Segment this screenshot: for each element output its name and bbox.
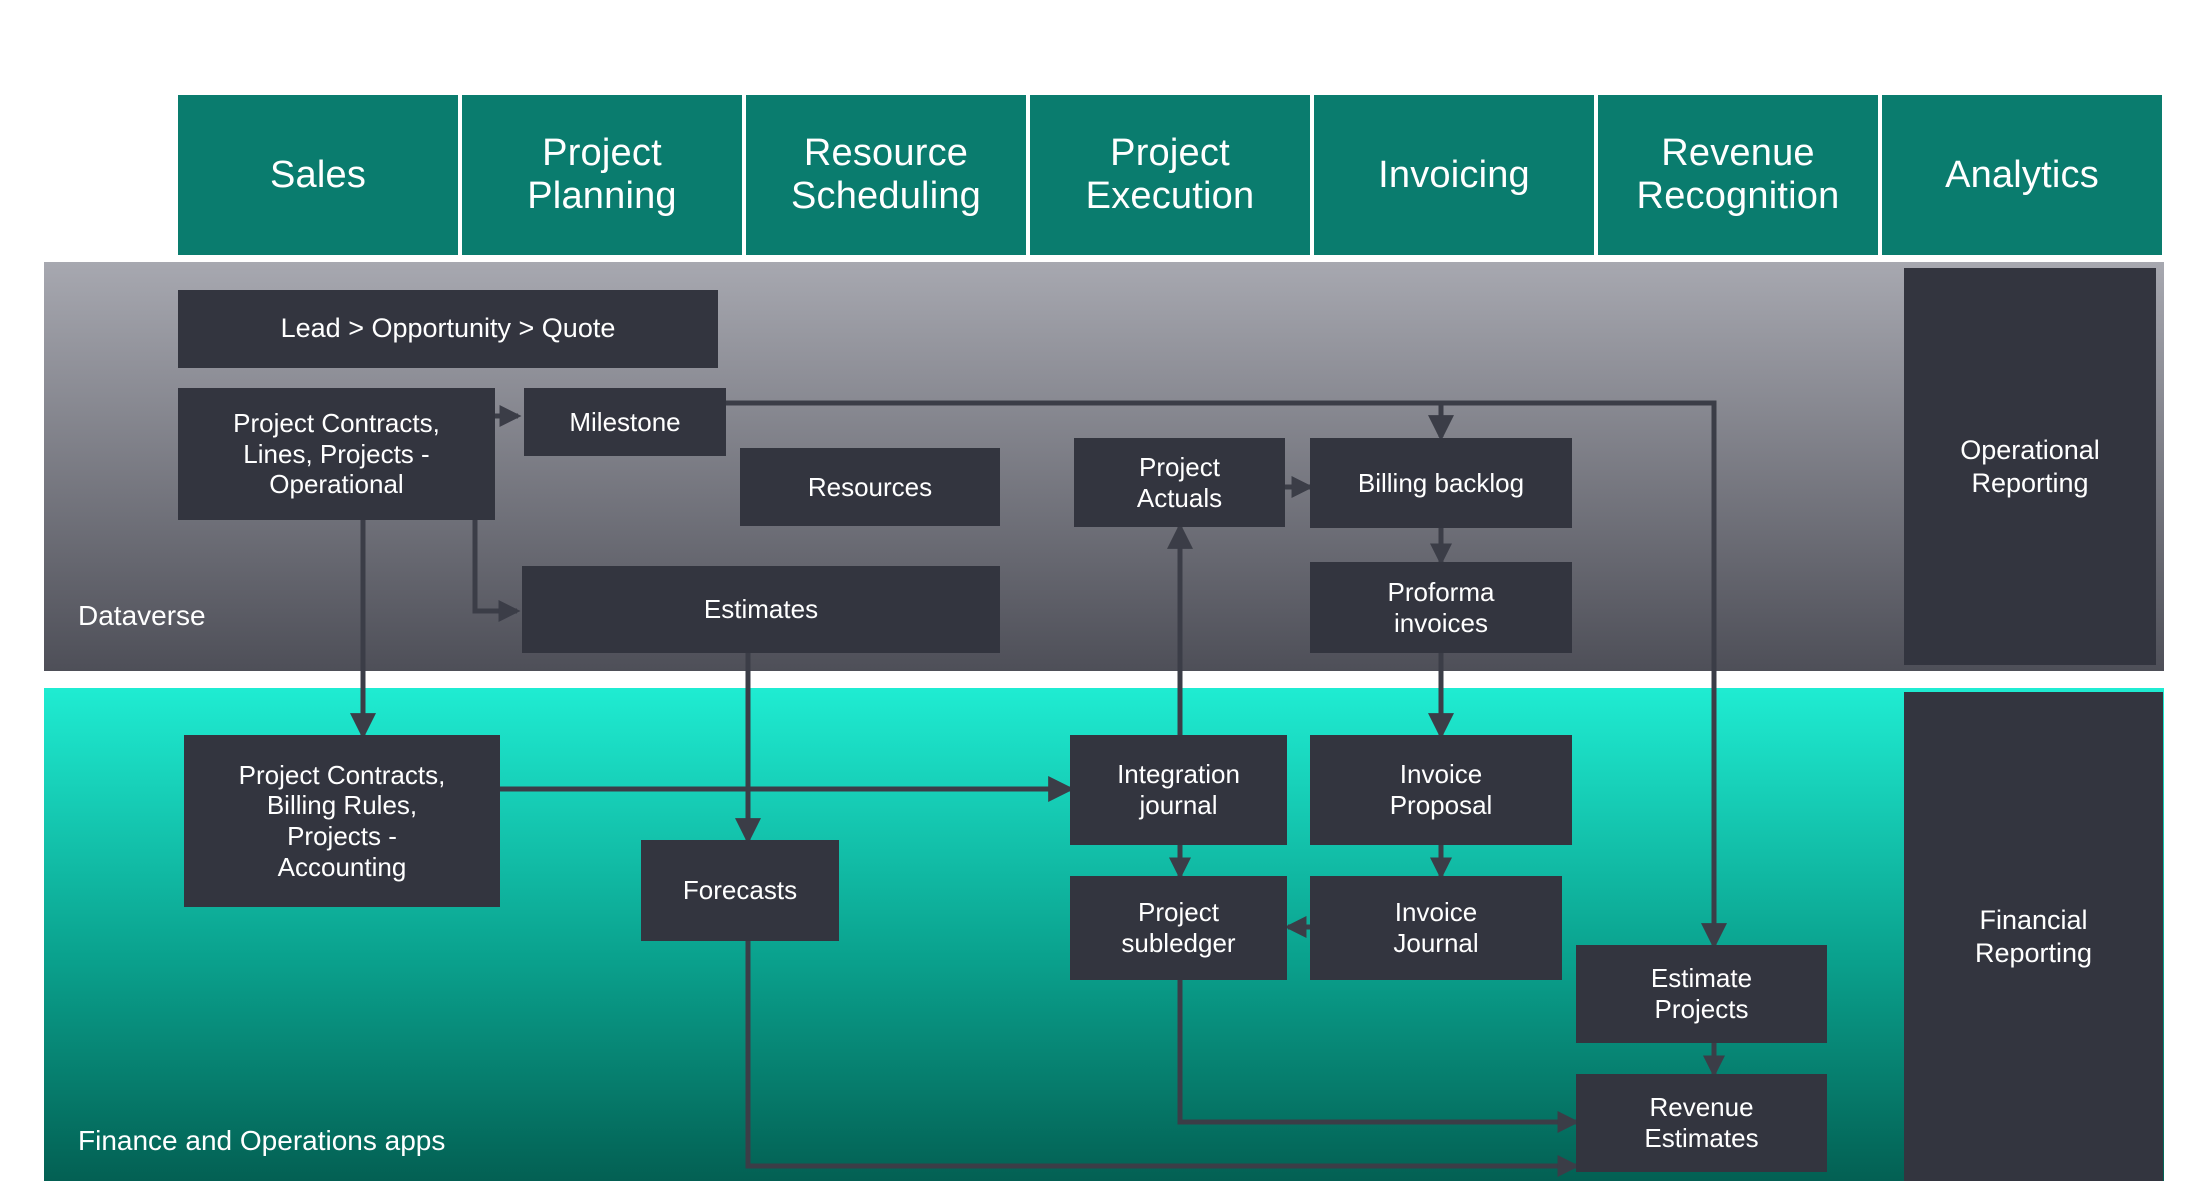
project-contracts-accounting-line1: Project Contracts, [238,759,446,790]
pillar-project-execution-line1: Project [1110,132,1230,175]
node-project-contracts-operational[interactable]: Project Contracts, Lines, Projects - Ope… [178,388,495,520]
node-forecasts[interactable]: Forecasts [641,840,839,941]
project-contracts-accounting-line2: Billing Rules, [266,790,418,821]
invoice-journal-line2: Journal [1393,928,1479,958]
pillar-sales[interactable]: Sales [178,95,458,255]
dataverse-band-label: Dataverse [78,600,206,631]
pillar-revenue-recognition[interactable]: Revenue Recognition [1598,95,1878,255]
pillar-resource-scheduling[interactable]: Resource Scheduling [746,95,1026,255]
panel-financial-reporting[interactable]: Financial Reporting [1904,692,2163,1181]
project-actuals-line2: Actuals [1136,482,1223,513]
billing-backlog-line1: Billing backlog [1357,467,1525,498]
pillar-project-planning-line2: Planning [527,175,677,217]
pillar-resource-scheduling-line1: Resource [803,132,969,175]
integration-journal-line2: journal [1139,790,1218,820]
revenue-estimates-line2: Estimates [1644,1123,1759,1153]
project-contracts-accounting-line3: Projects - [287,821,397,851]
diagram-canvas: Sales Project Planning Resource Scheduli… [0,0,2188,1204]
pillar-revenue-recognition-line2: Recognition [1636,175,1840,217]
pillar-resource-scheduling-line2: Scheduling [790,175,982,217]
invoice-proposal-line1: Invoice [1399,759,1483,790]
pillar-invoicing-line1: Invoicing [1378,153,1530,196]
node-revenue-estimates[interactable]: Revenue Estimates [1576,1074,1827,1172]
panel-operational-reporting[interactable]: Operational Reporting [1904,268,2156,665]
node-integration-journal[interactable]: Integration journal [1070,735,1287,845]
proforma-invoices-line1: Proforma [1387,576,1495,607]
project-contracts-operational-line1: Project Contracts, [233,407,440,438]
resources-line1: Resources [807,471,933,502]
milestone-line1: Milestone [569,406,681,437]
pillar-analytics[interactable]: Analytics [1882,95,2162,255]
pillar-project-execution-line2: Execution [1085,175,1255,217]
pillar-project-execution[interactable]: Project Execution [1030,95,1310,255]
estimates-line1: Estimates [703,594,819,625]
pillar-project-planning[interactable]: Project Planning [462,95,742,255]
proforma-invoices-line2: invoices [1394,607,1488,638]
project-subledger-line2: subledger [1121,928,1236,958]
pillar-analytics-line1: Analytics [1945,153,2099,196]
pillar-invoicing[interactable]: Invoicing [1314,95,1594,255]
node-lead-opportunity-quote[interactable]: Lead > Opportunity > Quote [178,290,718,368]
pillar-revenue-recognition-line1: Revenue [1661,132,1815,175]
project-contracts-accounting-line4: Accounting [277,851,407,882]
estimate-projects-line1: Estimate [1650,963,1753,994]
project-contracts-operational-line2: Lines, Projects - [243,438,430,469]
node-estimate-projects[interactable]: Estimate Projects [1576,945,1827,1043]
financial-reporting-line2: Reporting [1974,937,2093,968]
project-contracts-operational-line3: Operational [269,469,404,500]
node-estimates[interactable]: Estimates [522,566,1000,653]
invoice-proposal-line2: Proposal [1389,790,1493,820]
lead-opportunity-quote-line1: Lead > Opportunity > Quote [280,313,616,344]
node-project-actuals[interactable]: Project Actuals [1074,438,1285,527]
node-project-contracts-accounting[interactable]: Project Contracts, Billing Rules, Projec… [184,735,500,907]
node-billing-backlog[interactable]: Billing backlog [1310,438,1572,528]
node-invoice-proposal[interactable]: Invoice Proposal [1310,735,1572,845]
forecasts-line1: Forecasts [682,875,798,906]
operational-reporting-line1: Operational [1960,434,2100,465]
revenue-estimates-line1: Revenue [1649,1092,1754,1123]
node-project-subledger[interactable]: Project subledger [1070,876,1287,980]
estimate-projects-line2: Projects [1654,994,1749,1024]
finance-band-label: Finance and Operations apps [78,1125,446,1156]
operational-reporting-line2: Reporting [1971,467,2089,498]
node-resources[interactable]: Resources [740,448,1000,526]
node-proforma-invoices[interactable]: Proforma invoices [1310,562,1572,653]
node-milestone[interactable]: Milestone [524,388,726,456]
project-actuals-line1: Project [1139,451,1220,482]
integration-journal-line1: Integration [1117,759,1240,790]
pillar-project-planning-line1: Project [542,132,662,175]
invoice-journal-line1: Invoice [1394,897,1478,928]
pillar-sales-line1: Sales [269,153,367,196]
financial-reporting-line1: Financial [1979,904,2088,935]
node-invoice-journal[interactable]: Invoice Journal [1310,876,1562,980]
project-subledger-line1: Project [1138,897,1219,928]
